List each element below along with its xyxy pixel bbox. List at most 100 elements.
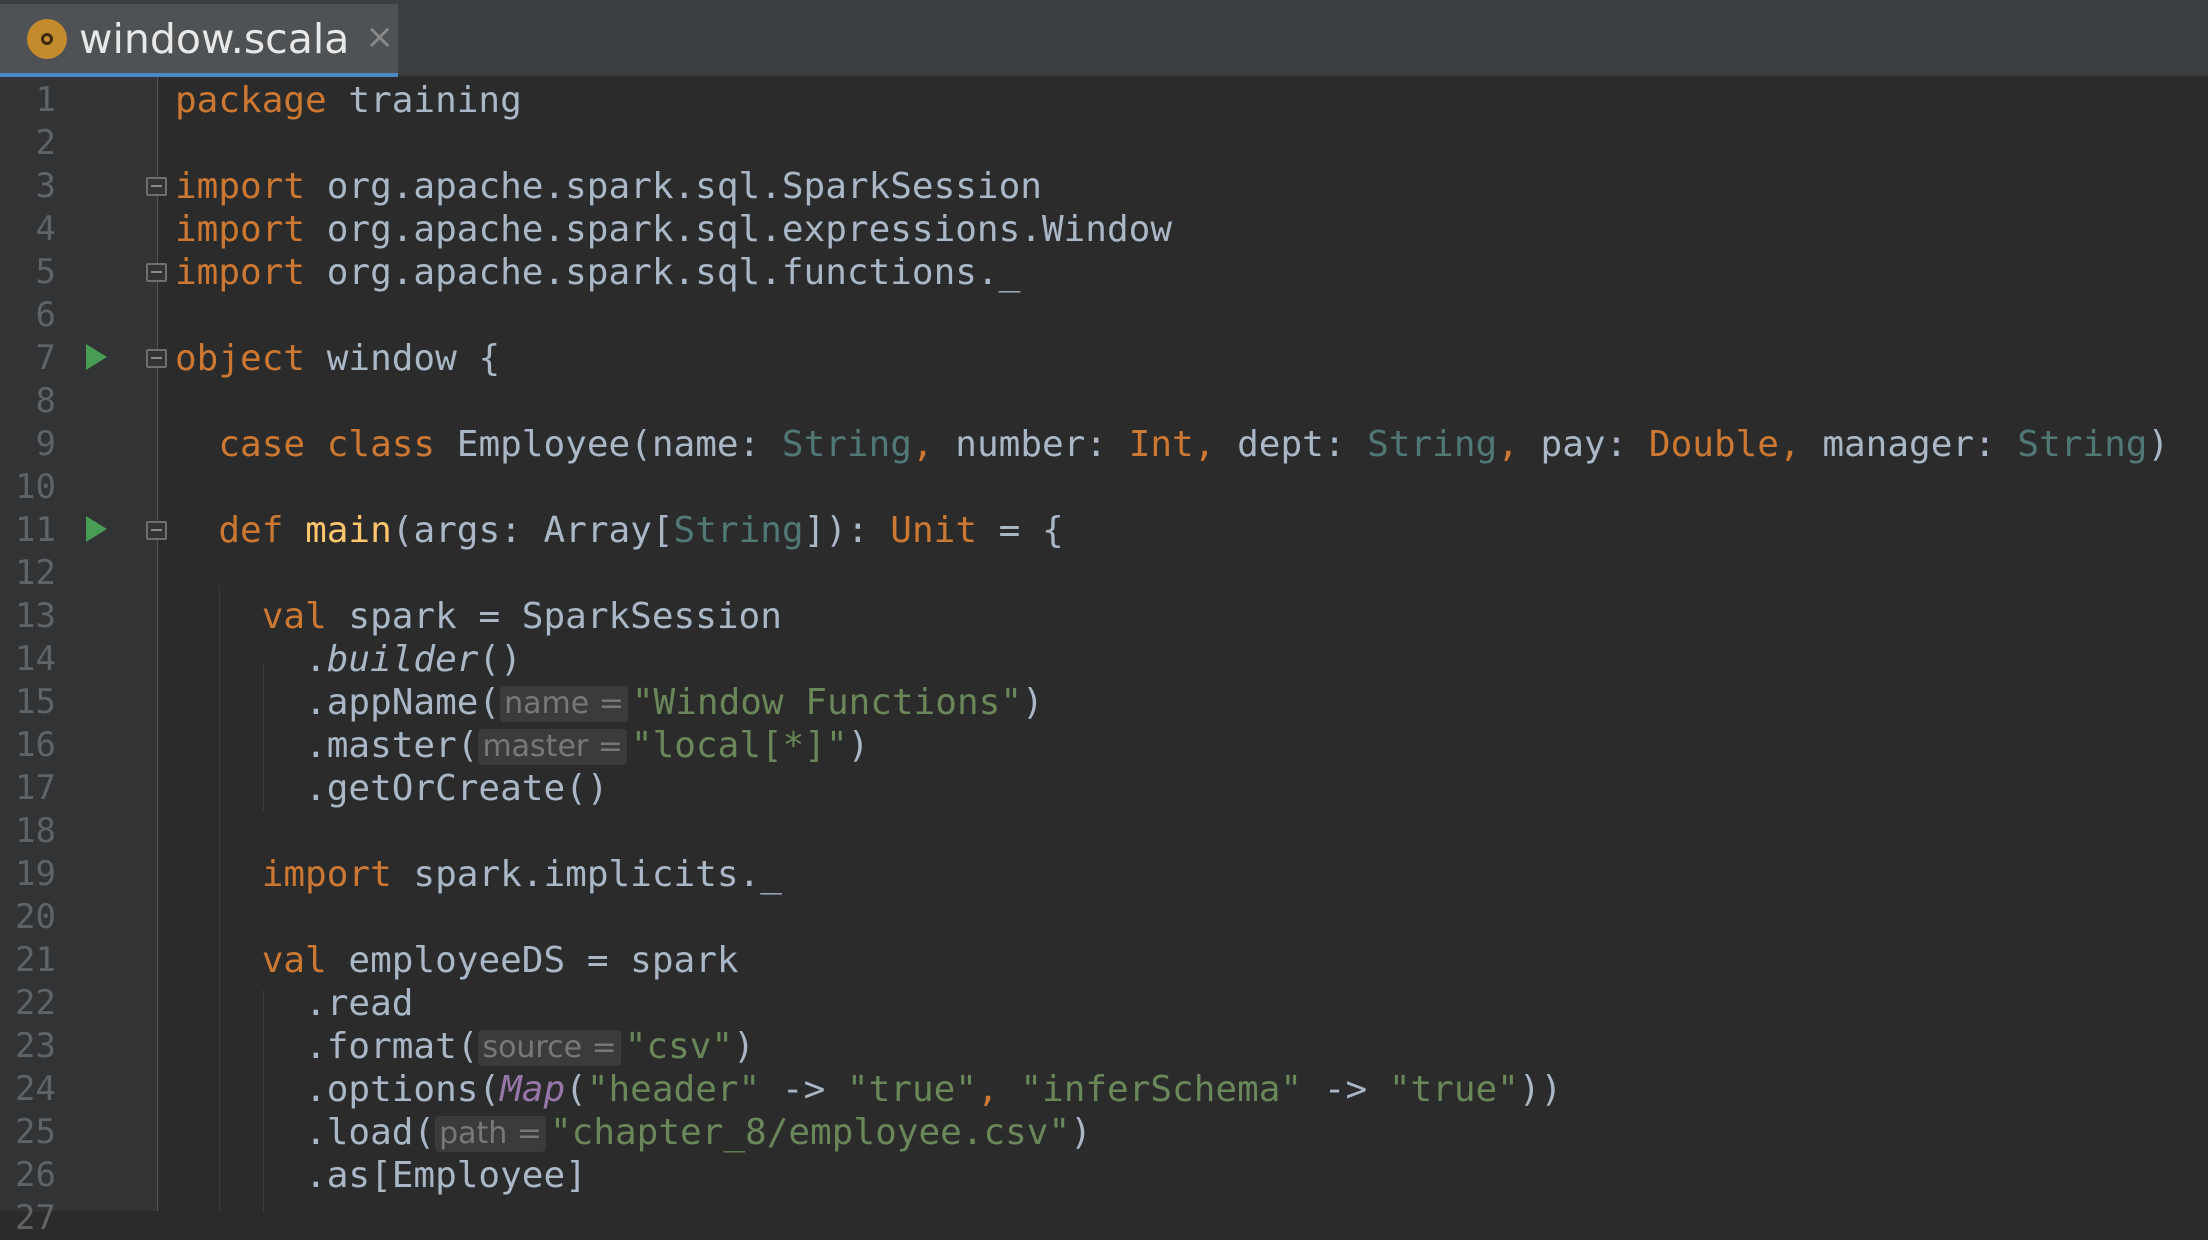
code-line[interactable]: 24 .options(Map("header" -> "true", "inf… <box>0 1068 2208 1111</box>
line-number: 15 <box>15 682 56 722</box>
parameter-hint: name = <box>500 686 628 722</box>
code-text: case class Employee(name: String, number… <box>175 423 2169 466</box>
code-line[interactable]: 17 .getOrCreate() <box>0 767 2208 810</box>
code-line[interactable]: 20 <box>0 896 2208 939</box>
close-icon[interactable]: × <box>365 17 394 57</box>
tab-window-scala[interactable]: window.scala × <box>0 4 398 77</box>
code-line[interactable]: 25 .load(path = "chapter_8/employee.csv") <box>0 1111 2208 1154</box>
code-token: spark.implicits._ <box>391 854 782 895</box>
code-line[interactable]: 3 import org.apache.spark.sql.SparkSessio… <box>0 165 2208 208</box>
parameter-hint: master = <box>478 729 627 765</box>
line-number: 11 <box>15 510 56 550</box>
code-line[interactable]: 5 import org.apache.spark.sql.functions._ <box>0 251 2208 294</box>
code-token: ) <box>1070 1112 1092 1153</box>
line-number: 6 <box>35 295 56 335</box>
fold-icon[interactable] <box>146 263 167 282</box>
code-token: -> <box>1302 1069 1389 1110</box>
code-token: dept: <box>1215 424 1368 465</box>
code-token: object <box>175 338 306 379</box>
code-text: .read <box>175 982 413 1025</box>
code-line[interactable]: 14 .builder() <box>0 638 2208 681</box>
code-line[interactable]: 27 <box>0 1197 2208 1240</box>
code-editor[interactable]: 1 package training 2 3 import org.apache.spa… <box>0 79 2208 1240</box>
code-token: ]): <box>803 510 891 551</box>
code-text: import org.apache.spark.sql.expressions.… <box>175 208 1172 251</box>
code-token: String <box>1367 424 1498 465</box>
line-number: 24 <box>15 1069 56 1109</box>
code-token: main <box>305 510 392 551</box>
line-number: 21 <box>15 940 56 980</box>
line-number: 17 <box>15 768 56 808</box>
code-token: org.apache.spark.sql.expressions.Window <box>305 209 1172 250</box>
code-token: def <box>218 510 284 551</box>
line-number: 22 <box>15 983 56 1023</box>
code-token: = { <box>977 510 1064 551</box>
code-line[interactable]: 1 package training <box>0 79 2208 122</box>
code-token: . <box>175 639 327 680</box>
fold-icon[interactable] <box>146 177 167 196</box>
code-token: builder <box>326 639 479 680</box>
code-line[interactable]: 19 import spark.implicits._ <box>0 853 2208 896</box>
code-text: .as[Employee] <box>175 1154 587 1197</box>
code-token: manager: <box>1800 424 2018 465</box>
code-text: object window { <box>175 337 500 380</box>
code-token: training <box>326 80 522 121</box>
code-line[interactable]: 13 val spark = SparkSession <box>0 595 2208 638</box>
code-token: , <box>976 1069 999 1110</box>
code-line[interactable]: 15 .appName(name = "Window Functions") <box>0 681 2208 724</box>
scala-object-icon <box>27 18 67 59</box>
line-number: 16 <box>15 725 56 765</box>
code-token: ( <box>565 1069 587 1110</box>
run-icon[interactable] <box>86 516 107 542</box>
code-token: window { <box>305 338 501 379</box>
line-number: 4 <box>35 209 56 249</box>
code-text: .load(path = "chapter_8/employee.csv") <box>175 1111 1092 1154</box>
code-line[interactable]: 10 <box>0 466 2208 509</box>
fold-icon[interactable] <box>146 349 167 368</box>
code-line[interactable]: 18 <box>0 810 2208 853</box>
code-line[interactable]: 22 .read <box>0 982 2208 1025</box>
line-number: 9 <box>35 424 56 464</box>
code-line[interactable]: 26 .as[Employee] <box>0 1154 2208 1197</box>
code-line[interactable]: 9 case class Employee(name: String, numb… <box>0 423 2208 466</box>
fold-icon[interactable] <box>146 521 167 540</box>
line-number: 26 <box>15 1155 56 1195</box>
code-text: val spark = SparkSession <box>175 595 782 638</box>
code-text: def main(args: Array[String]): Unit = { <box>175 509 1064 552</box>
code-token: pay: <box>1518 424 1649 465</box>
code-text: .builder() <box>175 638 522 681</box>
code-token: employeeDS = spark <box>326 940 739 981</box>
code-token: , <box>1193 424 1216 465</box>
run-icon[interactable] <box>86 344 107 370</box>
code-token: () <box>478 639 522 680</box>
code-line[interactable]: 23 .format(source = "csv") <box>0 1025 2208 1068</box>
code-token: "local[*]" <box>630 725 848 766</box>
code-line[interactable]: 21 val employeeDS = spark <box>0 939 2208 982</box>
code-token: .as[Employee] <box>175 1155 587 1196</box>
code-token: Employee(name: <box>435 424 782 465</box>
line-number: 1 <box>35 80 56 120</box>
code-line[interactable]: 12 <box>0 552 2208 595</box>
code-line[interactable]: 7 object window { <box>0 337 2208 380</box>
line-number: 8 <box>35 381 56 421</box>
code-token: "Window Functions" <box>631 682 1023 723</box>
code-text: package training <box>175 79 522 122</box>
code-token: .options( <box>175 1069 501 1110</box>
code-token: , <box>911 424 934 465</box>
code-token: org.apache.spark.sql.SparkSession <box>305 166 1042 207</box>
code-line[interactable]: 2 <box>0 122 2208 165</box>
code-line[interactable]: 11 def main(args: Array[String]): Unit =… <box>0 509 2208 552</box>
code-line[interactable]: 4 import org.apache.spark.sql.expressions… <box>0 208 2208 251</box>
code-token: String <box>781 424 912 465</box>
code-token: Double <box>1648 424 1779 465</box>
code-line[interactable]: 8 <box>0 380 2208 423</box>
code-token: .load( <box>175 1112 436 1153</box>
code-token: "inferSchema" <box>1020 1069 1303 1110</box>
code-line[interactable]: 6 <box>0 294 2208 337</box>
code-line[interactable]: 16 .master(master = "local[*]") <box>0 724 2208 767</box>
